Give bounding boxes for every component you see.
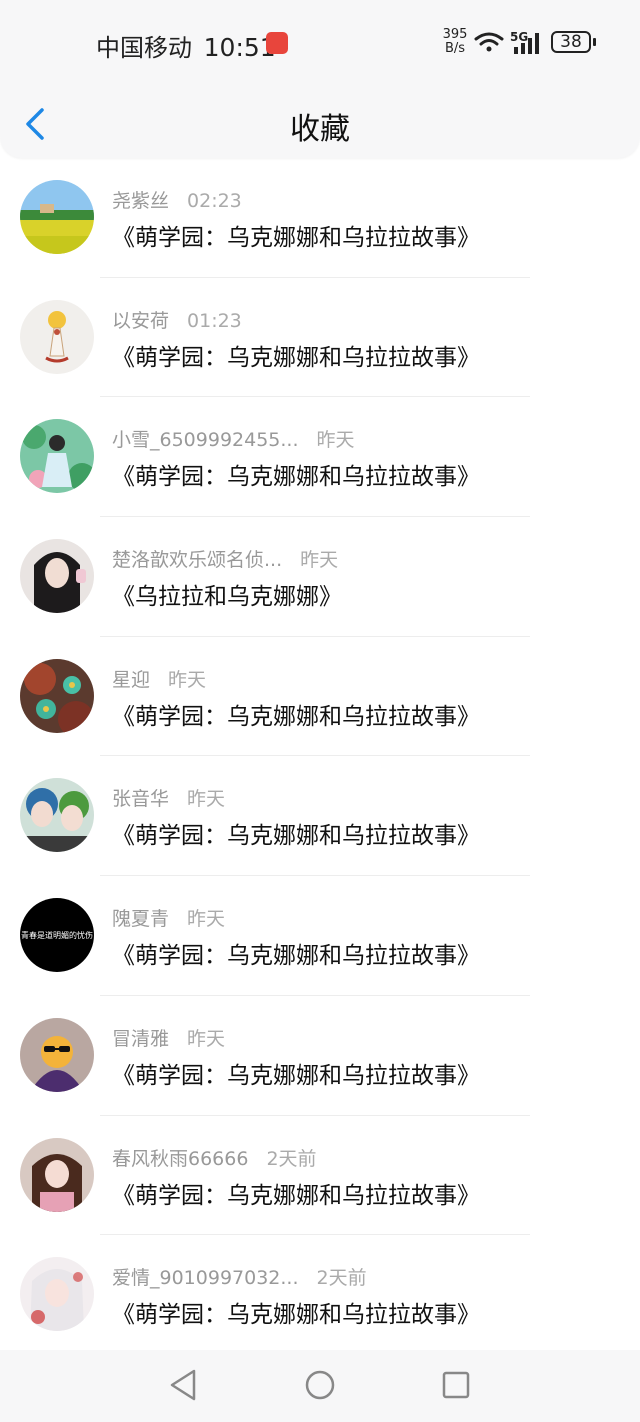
huawei-app-icon xyxy=(266,32,288,54)
time-label: 2天前 xyxy=(266,1147,317,1170)
system-nav-bar xyxy=(0,1350,640,1422)
clock: 10:51 xyxy=(203,33,276,62)
avatar[interactable] xyxy=(20,1137,94,1212)
username: 春风秋雨66666 xyxy=(112,1147,249,1170)
avatar[interactable] xyxy=(20,658,94,733)
item-title: 《萌学园：乌克娜娜和乌拉拉故事》 xyxy=(112,1182,480,1209)
avatar[interactable] xyxy=(20,419,94,494)
username: 冒清雅 xyxy=(112,1027,170,1050)
time-label: 昨天 xyxy=(168,668,207,691)
username: 以安荷 xyxy=(112,309,170,332)
username: 尧紫丝 xyxy=(112,190,170,212)
item-meta: 尧紫丝 02:23 xyxy=(112,186,242,213)
item-title: 《萌学园：乌克娜娜和乌拉拉故事》 xyxy=(112,1302,480,1329)
item-title: 《萌学园：乌克娜娜和乌拉拉故事》 xyxy=(112,823,480,850)
list-item[interactable]: 以安荷 01:23 《萌学园：乌克娜娜和乌拉拉故事》 xyxy=(0,278,640,398)
time-label: 2天前 xyxy=(316,1267,367,1290)
list-item[interactable]: 张音华 昨天 《萌学园：乌克娜娜和乌拉拉故事》 xyxy=(0,756,640,877)
item-title: 《萌学园：乌克娜娜和乌拉拉故事》 xyxy=(112,703,480,730)
list-item[interactable]: 尧紫丝 02:23 《萌学园：乌克娜娜和乌拉拉故事》 xyxy=(0,158,640,278)
item-title: 《萌学园：乌克娜娜和乌拉拉故事》 xyxy=(112,225,480,251)
username: 张音华 xyxy=(112,788,170,811)
battery-icon: 38 xyxy=(551,31,591,53)
favorites-list: 尧紫丝 02:23 《萌学园：乌克娜娜和乌拉拉故事》 以安荷 01:23 《萌学园：… xyxy=(0,158,640,1355)
avatar[interactable] xyxy=(20,299,94,374)
item-meta: 张音华 昨天 xyxy=(112,784,225,811)
username: 楚洛歆欢乐颂名侦... xyxy=(112,549,283,572)
signal-icon xyxy=(514,33,539,54)
list-item[interactable]: 冒清雅 昨天 《萌学园：乌克娜娜和乌拉拉故事》 xyxy=(0,996,640,1116)
avatar[interactable] xyxy=(20,1257,94,1332)
item-title: 《萌学园：乌克娜娜和乌拉拉故事》 xyxy=(112,943,480,970)
item-meta: 春风秋雨66666 2天前 xyxy=(112,1144,317,1171)
page-title: 收藏 xyxy=(290,112,350,147)
username: 星迎 xyxy=(112,668,151,691)
time-label: 02:23 xyxy=(187,190,242,212)
list-item[interactable]: 青春是道明媚的忧伤 隗夏青 昨天 《萌学园：乌克娜娜和乌拉拉故事》 xyxy=(0,876,640,996)
list-item[interactable]: 春风秋雨66666 2天前 《萌学园：乌克娜娜和乌拉拉故事》 xyxy=(0,1116,640,1236)
avatar[interactable] xyxy=(20,1017,94,1092)
time-label: 昨天 xyxy=(187,788,226,811)
header: 中国移动 10:51 395 B/s 5G 38 收藏 xyxy=(0,0,640,158)
time-label: 昨天 xyxy=(316,429,355,452)
net-speed-value: 395 xyxy=(442,27,468,42)
item-meta: 小雪_6509992455... 昨天 xyxy=(112,425,355,452)
avatar[interactable] xyxy=(20,539,94,614)
net-speed-unit: B/s xyxy=(444,41,466,56)
item-title: 《萌学园：乌克娜娜和乌拉拉故事》 xyxy=(112,344,480,371)
avatar-caption: 青春是道明媚的忧伤 xyxy=(21,930,93,940)
item-meta: 星迎 昨天 xyxy=(112,665,206,692)
list-item[interactable]: 小雪_6509992455... 昨天 《萌学园：乌克娜娜和乌拉拉故事》 xyxy=(0,397,640,518)
carrier-label: 中国移动 xyxy=(96,34,192,62)
item-meta: 爱情_9010997032... 2天前 xyxy=(112,1263,367,1290)
avatar[interactable]: 青春是道明媚的忧伤 xyxy=(20,898,94,973)
item-meta: 楚洛歆欢乐颂名侦... 昨天 xyxy=(112,545,338,572)
net-speed: 395 B/s xyxy=(440,28,470,56)
item-meta: 隗夏青 昨天 xyxy=(112,904,225,931)
time-label: 01:23 xyxy=(187,309,242,332)
battery-cap xyxy=(593,38,596,46)
time-label: 昨天 xyxy=(300,549,339,572)
avatar[interactable] xyxy=(20,180,94,254)
list-item[interactable]: 楚洛歆欢乐颂名侦... 昨天 《乌拉拉和乌克娜娜》 xyxy=(0,517,640,637)
favorites-page: 中国移动 10:51 395 B/s 5G 38 收藏 尧紫丝 02:23 《萌… xyxy=(0,0,640,1422)
item-meta: 以安荷 01:23 xyxy=(112,306,242,333)
username: 小雪_6509992455... xyxy=(112,429,299,452)
status-bar: 中国移动 10:51 xyxy=(96,28,276,63)
username: 隗夏青 xyxy=(112,908,170,931)
time-label: 昨天 xyxy=(187,908,226,931)
triangle-back-icon[interactable] xyxy=(168,1368,198,1402)
square-recents-icon[interactable] xyxy=(441,1368,471,1402)
avatar[interactable] xyxy=(20,778,94,853)
username: 爱情_9010997032... xyxy=(112,1267,299,1290)
wifi-icon xyxy=(474,32,504,52)
item-title: 《萌学园：乌克娜娜和乌拉拉故事》 xyxy=(112,464,480,491)
item-title: 《萌学园：乌克娜娜和乌拉拉故事》 xyxy=(112,1062,480,1089)
time-label: 昨天 xyxy=(187,1027,226,1050)
item-title: 《乌拉拉和乌克娜娜》 xyxy=(112,584,342,611)
circle-home-icon[interactable] xyxy=(304,1368,336,1402)
list-item[interactable]: 星迎 昨天 《萌学园：乌克娜娜和乌拉拉故事》 xyxy=(0,637,640,757)
item-meta: 冒清雅 昨天 xyxy=(112,1024,225,1051)
list-item[interactable]: 爱情_9010997032... 2天前 《萌学园：乌克娜娜和乌拉拉故事》 xyxy=(0,1235,640,1355)
